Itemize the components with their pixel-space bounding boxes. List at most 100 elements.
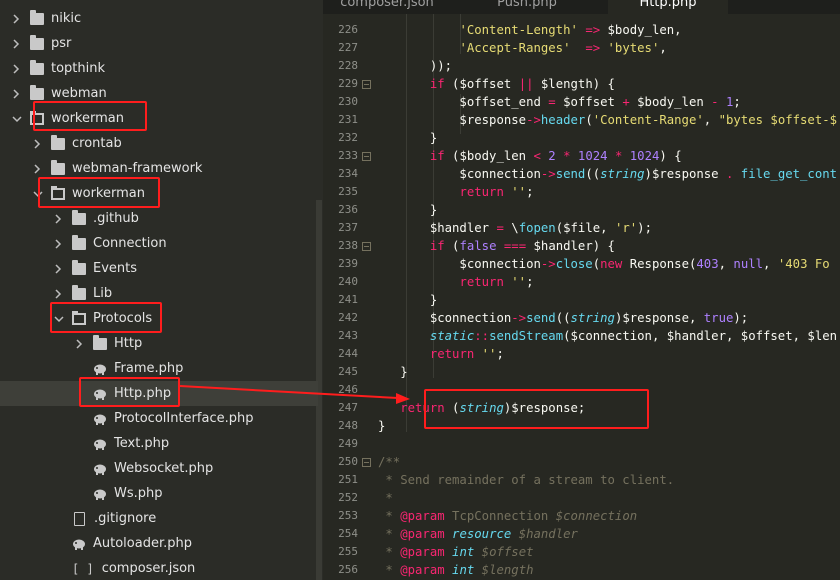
code-line-238: if (false === $handler) {	[429, 239, 615, 253]
line-number: 253	[338, 509, 358, 522]
php-elephant-icon	[94, 464, 106, 475]
code-line-226: 'Content-Length' => $body_len,	[459, 23, 682, 37]
tree-item-label: Ws.php	[114, 486, 163, 501]
highlight-return-line	[424, 389, 649, 429]
chevron-right-icon[interactable]	[54, 263, 64, 274]
tab-push-php[interactable]: Push.php	[468, 0, 586, 14]
tree-item-ws-php[interactable]: Ws.php	[0, 481, 318, 506]
code-line-241: }	[378, 293, 438, 307]
folder-icon	[30, 84, 44, 100]
folder-icon	[30, 34, 44, 50]
folder-icon	[51, 159, 65, 175]
code-line-243: static::sendStream($connection, $handler…	[429, 329, 838, 343]
code-line-245: }	[378, 365, 408, 379]
code-line-254: * @param resource $handler	[378, 527, 578, 541]
highlight-protocols	[50, 302, 162, 333]
chevron-down-icon[interactable]	[12, 115, 22, 123]
line-number: 241	[338, 293, 358, 306]
code-line-252: *	[378, 491, 393, 505]
code-line-242: $connection->send((string)$response, tru…	[378, 311, 749, 325]
tree-item-crontab[interactable]: crontab	[0, 131, 318, 156]
tree-item-composer-json[interactable]: [ ] composer.json	[0, 556, 318, 580]
php-elephant-icon	[94, 489, 106, 500]
tab-composer-json[interactable]: composer.json	[323, 0, 451, 14]
folder-icon	[30, 9, 44, 25]
php-elephant-icon	[94, 364, 106, 375]
code-line-236: }	[378, 203, 438, 217]
code-line-250: /**	[378, 455, 401, 469]
code-line-239: $connection->close(new Response(403, nul…	[378, 257, 830, 271]
json-file-icon: [ ]	[72, 561, 94, 576]
chevron-right-icon[interactable]	[12, 13, 22, 24]
line-number: 231	[338, 113, 358, 126]
line-number: 236	[338, 203, 358, 216]
tree-item-label: nikic	[51, 11, 82, 26]
line-number: 228	[338, 59, 358, 72]
tree-item-text-php[interactable]: Text.php	[0, 431, 318, 456]
highlight-http-php	[79, 377, 180, 407]
tree-item-label: Text.php	[114, 436, 170, 451]
file-tree-sidebar: nikic psr topthink webman workerman crontab we…	[0, 0, 323, 580]
tree-item-gitignore[interactable]: .gitignore	[0, 506, 318, 531]
file-icon	[74, 511, 85, 526]
chevron-right-icon[interactable]	[75, 338, 85, 349]
tree-item-autoloader-php[interactable]: Autoloader.php	[0, 531, 318, 556]
chevron-right-icon[interactable]	[54, 213, 64, 224]
chevron-right-icon[interactable]	[33, 163, 43, 174]
line-number: 244	[338, 347, 358, 360]
tree-item-topthink[interactable]: topthink	[0, 56, 318, 81]
tree-item-events[interactable]: Events	[0, 256, 318, 281]
fold-toggle-icon[interactable]	[362, 152, 371, 161]
folder-icon	[72, 209, 86, 225]
chevron-right-icon[interactable]	[54, 288, 64, 299]
code-line-256: * @param int $length	[378, 563, 534, 577]
tree-item-psr[interactable]: psr	[0, 31, 318, 56]
line-number: 233	[338, 149, 358, 162]
tree-item-label: topthink	[51, 61, 106, 76]
line-number-gutter: 226 227 228 229 230 231 232 233 234 235 236 237 238 2…	[323, 14, 378, 580]
chevron-right-icon[interactable]	[12, 38, 22, 49]
tree-item-nikic[interactable]: nikic	[0, 6, 318, 31]
code-editor[interactable]: 'Content-Length' => $body_len, 'Accept-R…	[378, 14, 840, 580]
tree-item-connection[interactable]: Connection	[0, 231, 318, 256]
line-number: 252	[338, 491, 358, 504]
line-number: 245	[338, 365, 358, 378]
line-number: 238	[338, 239, 358, 252]
line-number: 235	[338, 185, 358, 198]
tree-item-http[interactable]: Http	[0, 331, 318, 356]
tree-item-github[interactable]: .github	[0, 206, 318, 231]
line-number: 243	[338, 329, 358, 342]
highlight-workerman-root	[33, 101, 147, 131]
highlight-workerman-sub	[38, 177, 160, 208]
line-number: 229	[338, 77, 358, 90]
tree-item-protocolinterface-php[interactable]: ProtocolInterface.php	[0, 406, 318, 431]
fold-toggle-icon[interactable]	[362, 242, 371, 251]
code-line-232: }	[378, 131, 438, 145]
tree-item-label: Autoloader.php	[93, 536, 192, 551]
tree-item-label: Events	[93, 261, 138, 276]
code-line-228: ));	[378, 59, 453, 73]
line-number: 256	[338, 563, 358, 576]
tree-item-label: psr	[51, 36, 72, 51]
code-line-234: $connection->send((string)$response . fi…	[378, 167, 838, 181]
line-number: 249	[338, 437, 358, 450]
line-number: 250	[338, 455, 358, 468]
tree-item-label: webman-framework	[72, 161, 203, 176]
fold-toggle-icon[interactable]	[362, 80, 371, 89]
line-number: 251	[338, 473, 358, 486]
chevron-right-icon[interactable]	[12, 88, 22, 99]
code-line-240: return '';	[459, 275, 534, 289]
chevron-right-icon[interactable]	[33, 138, 43, 149]
chevron-right-icon[interactable]	[54, 238, 64, 249]
php-elephant-icon	[94, 414, 106, 425]
tree-item-label: Lib	[93, 286, 113, 301]
tree-item-websocket-php[interactable]: Websocket.php	[0, 456, 318, 481]
tree-item-label: Frame.php	[114, 361, 184, 376]
line-number: 239	[338, 257, 358, 270]
tab-http-php[interactable]: Http.php	[608, 0, 728, 14]
fold-toggle-icon[interactable]	[362, 458, 371, 467]
tree-item-label: crontab	[72, 136, 122, 151]
code-line-233: if ($body_len < 2 * 1024 * 1024) {	[429, 149, 682, 163]
php-elephant-icon	[94, 439, 106, 450]
chevron-right-icon[interactable]	[12, 63, 22, 74]
